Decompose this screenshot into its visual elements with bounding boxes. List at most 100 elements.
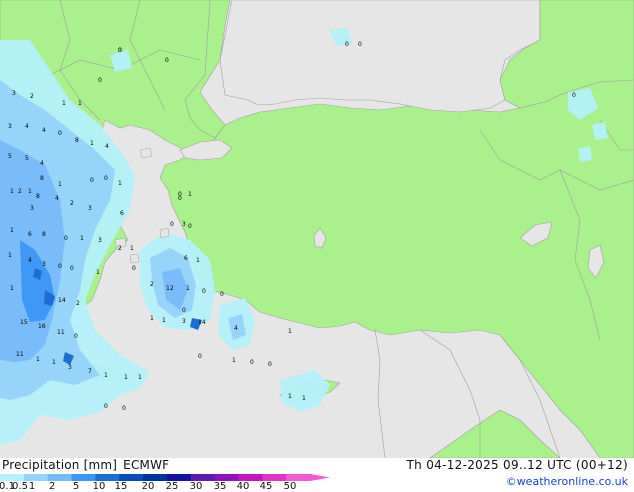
point-value: 8 — [42, 231, 46, 238]
colorbar-label: 5 — [72, 481, 80, 492]
colorbar-swatch — [143, 474, 168, 481]
precipitation-map: 0000003211344081455401810112384236168013… — [0, 0, 634, 458]
point-value: 14 — [58, 297, 66, 304]
point-value: 1 — [90, 140, 94, 147]
point-value: 0 — [132, 265, 136, 272]
point-value: 1 — [78, 100, 82, 107]
point-value: 3 — [42, 261, 46, 268]
point-value: 8 — [40, 175, 44, 182]
point-value: 3 — [88, 205, 92, 212]
point-value: 1 — [62, 100, 66, 107]
point-value: 1 — [96, 269, 100, 276]
point-value: 1 — [8, 252, 12, 259]
point-value: 0 — [122, 405, 126, 412]
point-value: 1 — [162, 317, 166, 324]
colorbar-swatch — [190, 474, 216, 481]
point-value: 0 — [98, 77, 102, 84]
point-value: 6 — [120, 210, 124, 217]
point-value: 2 — [76, 300, 80, 307]
point-value: 0 — [188, 223, 192, 230]
point-value: 0 — [198, 353, 202, 360]
point-value: 15 — [20, 319, 28, 326]
point-value: 1 — [80, 235, 84, 242]
point-value: 2 — [150, 281, 154, 288]
point-value: 3 — [12, 90, 16, 97]
colorbar-swatch — [262, 474, 287, 481]
point-value: 2 — [30, 93, 34, 100]
colorbar-swatch — [23, 474, 49, 481]
point-value: 4 — [25, 123, 29, 130]
point-value: 1 — [52, 359, 56, 366]
colorbar-label: 1 — [28, 481, 36, 492]
point-value: 0 — [58, 263, 62, 270]
point-value: 1 — [196, 257, 200, 264]
point-value: 1 — [104, 372, 108, 379]
point-value: 6 — [28, 231, 32, 238]
point-value: 1 — [28, 188, 32, 195]
point-value: 14 — [198, 319, 206, 326]
point-value: 4 — [55, 195, 59, 202]
colorbar-swatch — [95, 474, 120, 481]
point-value: 2 — [118, 245, 122, 252]
point-value: 0 — [58, 130, 62, 137]
point-value: 1 — [36, 356, 40, 363]
map-canvas: 0000 003 21 13 44 08 1 45 54018101 1238 423616 80 1 3… — [0, 0, 634, 458]
colorbar — [0, 474, 330, 481]
colorbar-swatch — [71, 474, 96, 481]
colorbar-label: 2 — [48, 481, 56, 492]
colorbar-label: 35 — [213, 481, 227, 492]
point-value: 1 — [232, 357, 236, 364]
point-value: 0 — [104, 175, 108, 182]
point-value: 1 — [10, 188, 14, 195]
point-value: 4 — [28, 257, 32, 264]
point-value: 0 — [202, 288, 206, 295]
point-value: 1 — [124, 374, 128, 381]
colorbar-label: 30 — [189, 481, 203, 492]
point-value: 0 — [572, 92, 576, 99]
point-value: 1 — [302, 395, 306, 402]
colorbar-swatch — [166, 474, 192, 481]
point-value: 0 — [250, 359, 254, 366]
point-value: 5 — [8, 153, 12, 160]
point-value: 1 — [10, 227, 14, 234]
point-value: 0 — [104, 403, 108, 410]
point-value: 3 — [182, 221, 186, 228]
valid-time: Th 04-12-2025 09..12 UTC (00+12) — [406, 458, 628, 472]
footer: Precipitation [mm] ECMWF Th 04-12-2025 09… — [0, 458, 634, 492]
point-value: 3 — [182, 318, 186, 325]
colorbar-swatch — [286, 474, 311, 481]
credit-link[interactable]: ©weatheronline.co.uk — [506, 475, 628, 488]
point-value: 0 — [70, 265, 74, 272]
point-value: 1 — [58, 181, 62, 188]
point-value: 0 — [170, 221, 174, 228]
point-value: 1 — [138, 374, 142, 381]
point-value: 0 — [178, 195, 182, 202]
point-value: 3 — [30, 205, 34, 212]
point-value: 0 — [118, 47, 122, 54]
point-value: 0 — [182, 307, 186, 314]
colorbar-label: 20 — [141, 481, 155, 492]
colorbar-swatch — [238, 474, 263, 481]
point-value: 11 — [57, 329, 65, 336]
colorbar-swatch — [119, 474, 144, 481]
point-value: 1 — [188, 191, 192, 198]
colorbar-swatch — [0, 474, 25, 481]
point-value: 5 — [25, 155, 29, 162]
point-value: 4 — [40, 160, 44, 167]
point-value: 1 — [288, 393, 292, 400]
point-value: 4 — [234, 325, 238, 332]
point-value: 2 — [18, 188, 22, 195]
point-value: 0 — [220, 291, 224, 298]
point-value: 0 — [90, 177, 94, 184]
point-value: 8 — [75, 137, 79, 144]
point-value: 1 — [150, 315, 154, 322]
point-value: 16 — [38, 323, 46, 330]
black-sea — [219, 0, 541, 113]
model-label: ECMWF — [123, 458, 170, 472]
point-value: 1 — [186, 285, 190, 292]
point-value: 7 — [88, 368, 92, 375]
point-value: 2 — [70, 200, 74, 207]
point-value: 1 — [288, 328, 292, 335]
point-value: 12 — [166, 285, 174, 292]
variable-label: Precipitation [mm] — [2, 458, 118, 472]
